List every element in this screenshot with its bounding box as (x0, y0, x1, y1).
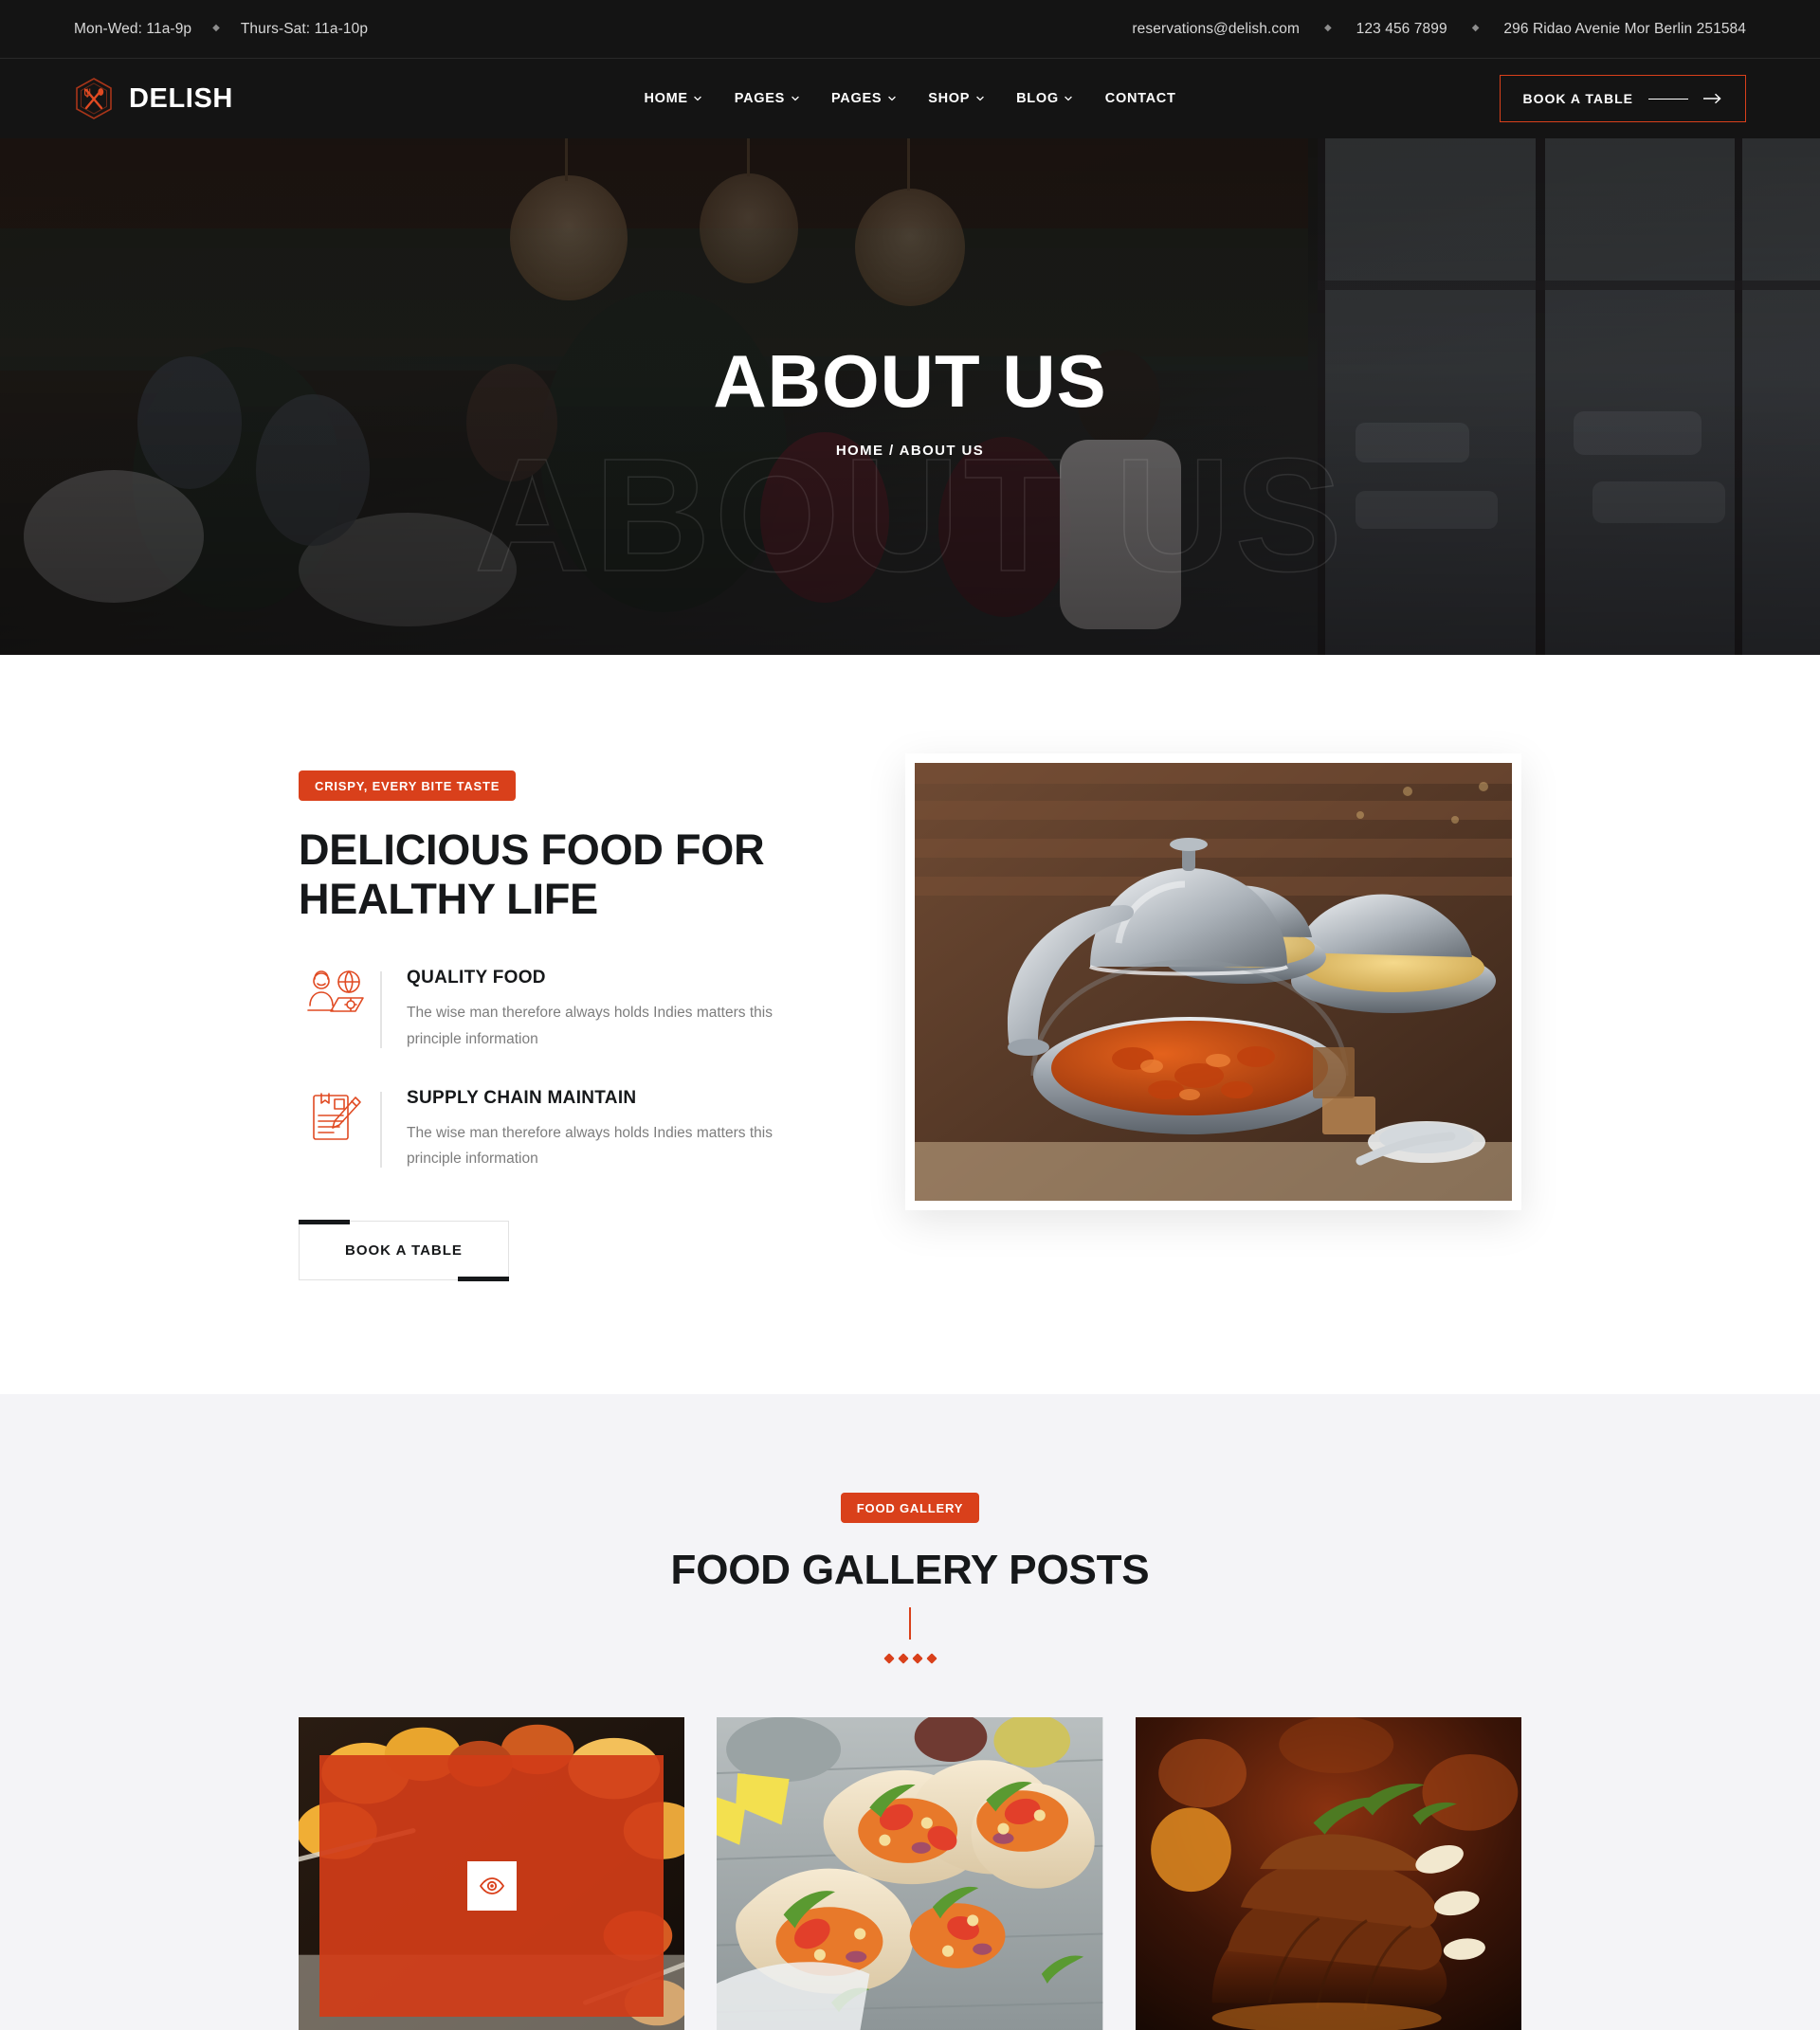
gallery-diamond-dots (0, 1653, 1820, 1664)
gallery-hover-overlay[interactable] (319, 1754, 664, 2017)
breadcrumb: HOME / ABOUT US (836, 443, 984, 459)
nav-label: PAGES (734, 91, 786, 106)
feature-title: QUALITY FOOD (407, 968, 546, 988)
food-gallery-section: FOOD GALLERY FOOD GALLERY POSTS (0, 1393, 1820, 2030)
nav-label: HOME (644, 91, 688, 106)
gallery-heading: FOOD GALLERY POSTS (670, 1546, 1150, 1593)
main-navigation: HOME PAGES PAGES SHOP BLOG CONTACT (628, 91, 1192, 106)
about-image-column (894, 753, 1521, 1210)
logo[interactable]: DELISH (74, 77, 233, 120)
about-section: CRISPY, EVERY BITE TASTE DELICIOUS FOOD … (0, 655, 1820, 1678)
arrow-right-icon (1703, 93, 1721, 104)
about-photo-frame (905, 753, 1521, 1210)
contact-phone[interactable]: 123 456 7899 (1356, 21, 1447, 38)
chevron-down-icon (887, 96, 896, 101)
nav-label: PAGES (831, 91, 883, 106)
hero-banner: ABOUT US ABOUT US HOME / ABOUT US (0, 138, 1820, 655)
nav-item-blog[interactable]: BLOG (1000, 91, 1089, 106)
feature-list: QUALITY FOOD The wise man therefore alwa… (299, 968, 810, 1171)
arrow-line-decoration (1648, 98, 1688, 100)
diamond-separator-icon: ◆ (212, 22, 220, 33)
nav-label: CONTACT (1104, 91, 1176, 106)
document-pencil-icon (299, 1088, 373, 1171)
nav-label: SHOP (928, 91, 971, 106)
eye-icon (479, 1876, 504, 1894)
chevron-down-icon (694, 96, 702, 101)
about-text-column: CRISPY, EVERY BITE TASTE DELICIOUS FOOD … (299, 753, 810, 1281)
buffet-chafing-dishes-photo (915, 763, 1512, 1201)
feature-quality-food: QUALITY FOOD The wise man therefore alwa… (299, 968, 810, 1051)
chevron-down-icon (1065, 96, 1073, 101)
hero-content: ABOUT US HOME / ABOUT US (0, 138, 1820, 655)
gallery-badge: FOOD GALLERY (840, 1492, 980, 1523)
nav-item-shop[interactable]: SHOP (912, 91, 1000, 106)
tacos-photo (717, 1716, 1103, 2030)
diamond-dot-icon (897, 1653, 909, 1664)
feature-divider (380, 1091, 382, 1168)
nav-item-pages-2[interactable]: PAGES (815, 91, 912, 106)
book-a-table-header-label: BOOK A TABLE (1522, 91, 1633, 106)
site-header: DELISH HOME PAGES PAGES SHOP BLOG CONTAC… (0, 59, 1820, 138)
about-badge: CRISPY, EVERY BITE TASTE (299, 770, 517, 801)
breadcrumb-home[interactable]: HOME (836, 443, 884, 459)
gallery-item-skewers[interactable] (299, 1716, 685, 2030)
gallery-view-button[interactable] (466, 1860, 517, 1911)
top-bar: Mon-Wed: 11a-9p ◆ Thurs-Sat: 11a-10p res… (0, 0, 1820, 59)
contact-address: 296 Ridao Avenie Mor Berlin 251584 (1503, 20, 1746, 37)
diamond-dot-icon (911, 1653, 923, 1664)
nav-label: BLOG (1016, 91, 1059, 106)
diamond-separator-icon: ◆ (1323, 22, 1332, 33)
feature-description: The wise man therefore always holds Indi… (407, 1124, 773, 1167)
about-container: CRISPY, EVERY BITE TASTE DELICIOUS FOOD … (299, 753, 1521, 1281)
gallery-item-tacos[interactable] (717, 1716, 1103, 2030)
page-root: Mon-Wed: 11a-9p ◆ Thurs-Sat: 11a-10p res… (0, 0, 1820, 2030)
support-agent-globe-icon (299, 968, 373, 1051)
top-bar-contacts: reservations@delish.com ◆ 123 456 7899 ◆… (1132, 21, 1746, 38)
gallery-vertical-rule (909, 1606, 911, 1640)
page-title: ABOUT US (713, 339, 1107, 423)
gallery-header: FOOD GALLERY FOOD GALLERY POSTS (0, 1492, 1820, 1664)
grilled-ribs-photo (1135, 1716, 1521, 2030)
hours-thurs-sat: Thurs-Sat: 11a-10p (240, 20, 369, 37)
feature-title: SUPPLY CHAIN MAINTAIN (407, 1087, 637, 1108)
diamond-separator-icon: ◆ (1471, 22, 1480, 33)
breadcrumb-separator: / (889, 443, 895, 459)
gallery-item-ribs[interactable] (1135, 1716, 1521, 2030)
contact-email[interactable]: reservations@delish.com (1132, 21, 1300, 38)
gallery-grid (299, 1716, 1521, 2030)
brand-name: DELISH (129, 82, 233, 114)
chevron-down-icon (975, 96, 984, 101)
feature-supply-chain: SUPPLY CHAIN MAINTAIN The wise man there… (299, 1088, 810, 1171)
nav-item-home[interactable]: HOME (628, 91, 718, 106)
about-heading: DELICIOUS FOOD FOR HEALTHY LIFE (299, 825, 765, 924)
chevron-down-icon (791, 96, 799, 101)
nav-item-pages-1[interactable]: PAGES (719, 91, 815, 106)
feature-divider (380, 971, 382, 1048)
book-a-table-button[interactable]: BOOK A TABLE (299, 1219, 509, 1281)
diamond-dot-icon (883, 1653, 895, 1664)
feature-description: The wise man therefore always holds Indi… (407, 1005, 773, 1047)
delish-hexagon-fork-spoon-icon (76, 78, 112, 119)
nav-item-contact[interactable]: CONTACT (1089, 91, 1192, 106)
breadcrumb-current: ABOUT US (899, 443, 985, 459)
hours-mon-wed: Mon-Wed: 11a-9p (74, 20, 192, 37)
book-a-table-header-button[interactable]: BOOK A TABLE (1499, 75, 1746, 122)
top-bar-hours: Mon-Wed: 11a-9p ◆ Thurs-Sat: 11a-10p (74, 21, 368, 38)
diamond-dot-icon (925, 1653, 937, 1664)
